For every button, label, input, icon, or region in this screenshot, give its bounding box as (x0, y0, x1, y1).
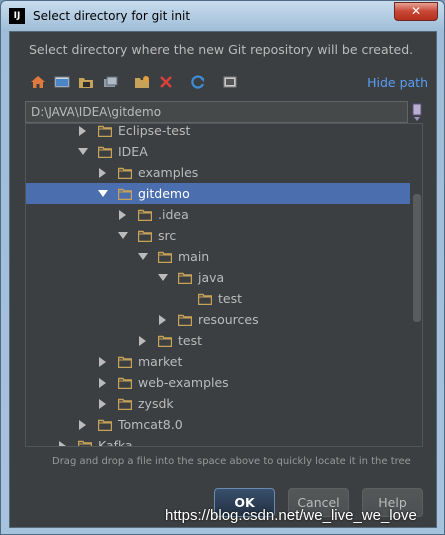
folder-icon (137, 209, 153, 221)
tree-row-label: test (178, 333, 203, 348)
tree-row-label: web-examples (138, 375, 229, 390)
tree-row[interactable]: Tomcat8.0 (26, 414, 410, 435)
expand-down-icon[interactable] (158, 274, 168, 281)
dialog-description: Select directory where the new Git repos… (29, 42, 414, 57)
folder-icon (117, 356, 133, 368)
expand-right-icon[interactable] (79, 419, 86, 430)
folder-icon (137, 230, 153, 242)
tree-row-label: src (158, 228, 177, 243)
close-button[interactable]: ✕ (394, 2, 438, 21)
folder-icon (117, 188, 133, 200)
tree-row-label: market (138, 354, 183, 369)
folder-icon (177, 272, 193, 284)
title-bar[interactable]: IJ Select directory for git init ✕ (1, 1, 444, 31)
expand-right-icon[interactable] (99, 398, 106, 409)
expand-down-icon[interactable] (78, 148, 88, 155)
tree-row[interactable]: examples (26, 162, 410, 183)
tree-row-label: IDEA (118, 144, 148, 159)
expand-right-icon[interactable] (99, 167, 106, 178)
module-folder-icon[interactable] (100, 72, 120, 92)
tree-row-label: Tomcat8.0 (118, 417, 183, 432)
tree-row[interactable]: src (26, 225, 410, 246)
tree-row-label: Eclipse-test (118, 123, 191, 138)
hide-path-link[interactable]: Hide path (367, 75, 428, 90)
tree-row-label: java (198, 270, 225, 285)
tree-row[interactable]: gitdemo (26, 183, 410, 204)
path-history-icon[interactable] (410, 102, 424, 122)
tree-row-label: main (178, 249, 210, 264)
expand-right-icon[interactable] (159, 314, 166, 325)
tree-row[interactable]: resources (26, 309, 410, 330)
delete-icon[interactable] (156, 72, 176, 92)
home-icon[interactable] (28, 72, 48, 92)
folder-icon (77, 440, 93, 446)
folder-icon (117, 377, 133, 389)
folder-icon (97, 419, 113, 431)
expand-down-icon[interactable] (98, 190, 108, 197)
expand-right-icon[interactable] (59, 440, 66, 446)
tree-row[interactable]: main (26, 246, 410, 267)
expand-right-icon[interactable] (99, 356, 106, 367)
expand-down-icon[interactable] (138, 253, 148, 260)
tree-row-label: zysdk (138, 396, 174, 411)
tree-row[interactable]: Eclipse-test (26, 123, 410, 141)
tree-row-label: Kafka (98, 438, 133, 447)
toolbar: Hide path (28, 72, 428, 94)
tree-row[interactable]: IDEA (26, 141, 410, 162)
expand-right-icon[interactable] (79, 125, 86, 136)
folder-icon (117, 167, 133, 179)
dialog-window: IJ Select directory for git init ✕ Selec… (0, 0, 445, 535)
show-hidden-icon[interactable] (220, 72, 240, 92)
tree-row[interactable]: .idea (26, 204, 410, 225)
desktop-icon[interactable] (52, 72, 72, 92)
directory-tree[interactable]: Eclipse-test IDEA examples gitdemo .idea src m… (25, 123, 423, 447)
watermark-text: https://blog.csdn.net/we_live_we_love (165, 507, 417, 524)
tree-row[interactable]: test (26, 288, 410, 309)
tree-row-label: gitdemo (138, 186, 190, 201)
folder-icon (117, 398, 133, 410)
project-folder-icon[interactable] (76, 72, 96, 92)
expand-right-icon[interactable] (99, 377, 106, 388)
tree-row[interactable]: zysdk (26, 393, 410, 414)
new-folder-icon[interactable] (132, 72, 152, 92)
tree-row-label: .idea (158, 207, 189, 222)
tree-scrollbar[interactable] (413, 194, 421, 322)
drag-drop-hint: Drag and drop a file into the space abov… (52, 456, 411, 467)
leaf-spacer (178, 294, 188, 304)
window-title: Select directory for git init (33, 9, 191, 23)
tree-row-label: resources (198, 312, 259, 327)
tree-row[interactable]: web-examples (26, 372, 410, 393)
dialog-content: Select directory where the new Git repos… (9, 31, 437, 528)
expand-right-icon[interactable] (119, 209, 126, 220)
folder-icon (97, 146, 113, 158)
expand-down-icon[interactable] (118, 232, 128, 239)
folder-icon (97, 125, 113, 137)
refresh-icon[interactable] (188, 72, 208, 92)
tree-row[interactable]: test (26, 330, 410, 351)
expand-right-icon[interactable] (139, 335, 146, 346)
folder-icon (177, 314, 193, 326)
path-input[interactable]: D:\JAVA\IDEA\gitdemo (25, 101, 408, 123)
tree-row[interactable]: java (26, 267, 410, 288)
folder-icon (157, 251, 173, 263)
intellij-logo-icon: IJ (9, 8, 25, 24)
tree-row[interactable]: market (26, 351, 410, 372)
folder-icon (197, 293, 213, 305)
tree-row-label: test (218, 291, 243, 306)
folder-icon (157, 335, 173, 347)
tree-row[interactable]: Kafka (26, 435, 410, 447)
tree-row-label: examples (138, 165, 199, 180)
